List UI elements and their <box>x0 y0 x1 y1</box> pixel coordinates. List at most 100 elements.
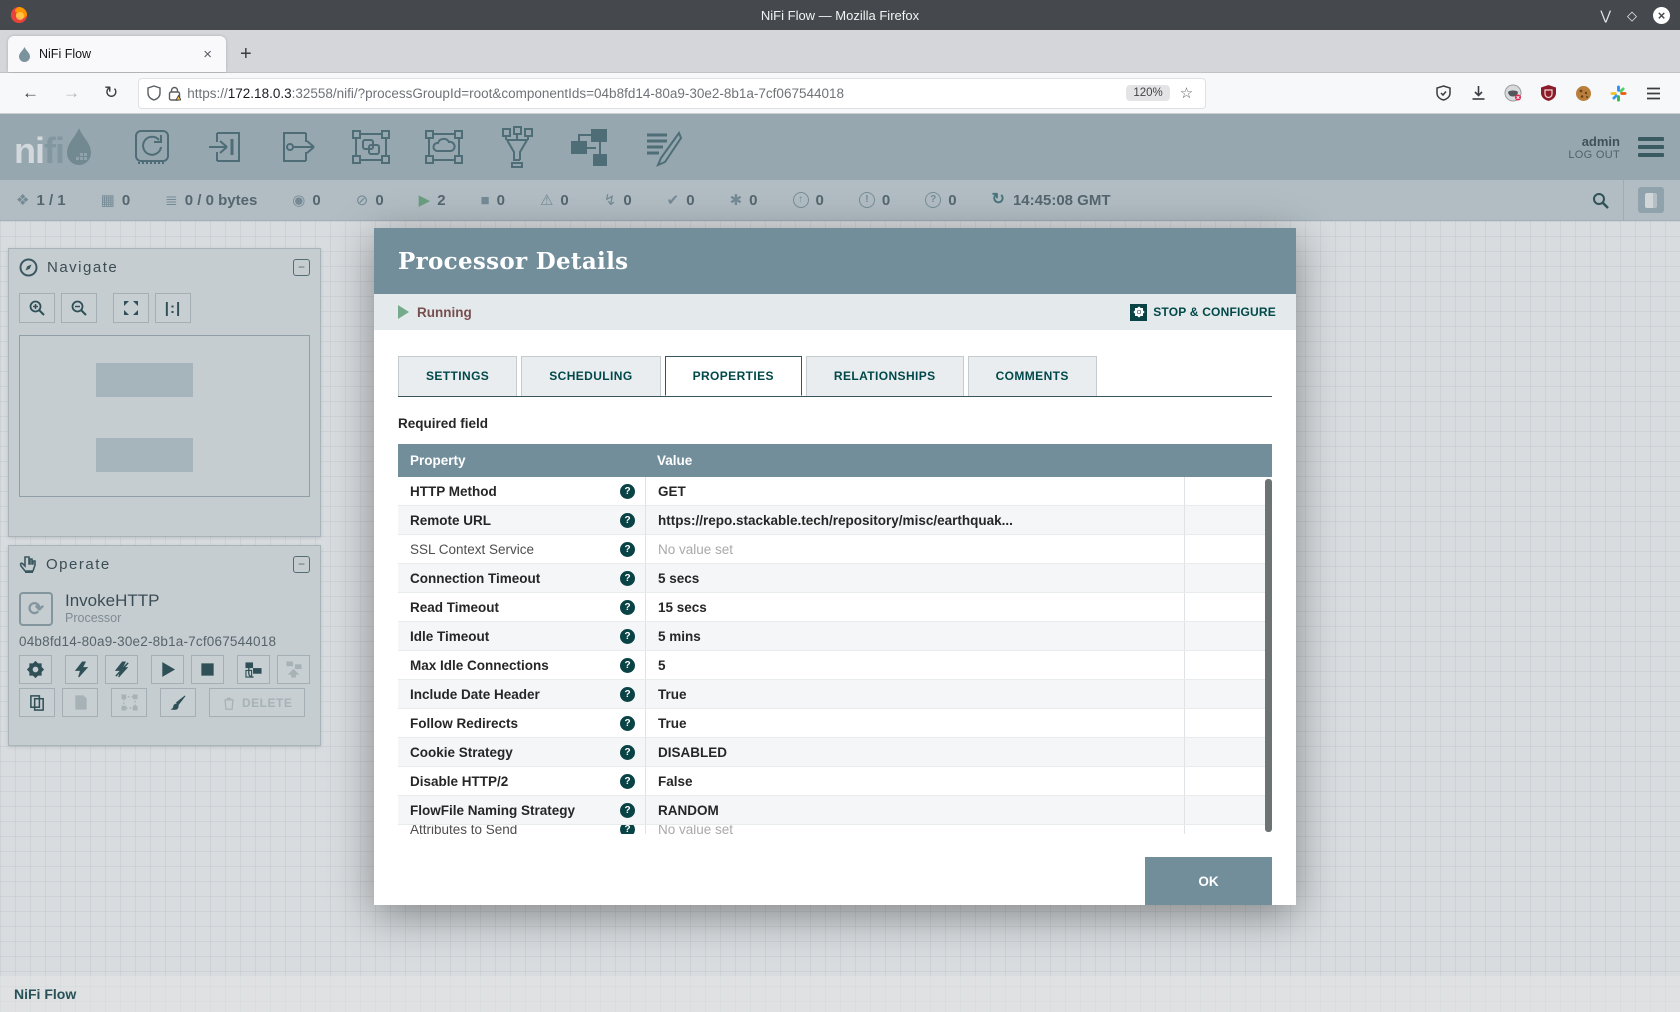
template-component-icon[interactable] <box>568 125 612 169</box>
remote-process-group-component-icon[interactable] <box>422 125 466 169</box>
create-template-button[interactable] <box>237 655 270 684</box>
property-row[interactable]: Disable HTTP/2? False <box>398 767 1272 796</box>
tab-close-icon[interactable]: × <box>199 46 216 63</box>
help-icon[interactable]: ? <box>620 825 635 834</box>
downloads-icon[interactable] <box>1469 84 1487 102</box>
help-icon[interactable]: ? <box>620 484 635 499</box>
copy-button[interactable] <box>19 688 55 717</box>
processor-component-icon[interactable] <box>130 125 174 169</box>
global-menu-icon[interactable] <box>1636 133 1666 161</box>
zoom-fit-button[interactable] <box>113 293 149 323</box>
property-row[interactable]: Include Date Header?True <box>398 680 1272 709</box>
window-minimize-button[interactable]: ⋁ <box>1600 9 1611 22</box>
birdseye-minimap[interactable] <box>19 335 310 497</box>
property-row[interactable]: Read Timeout?15 secs <box>398 593 1272 622</box>
navigate-collapse-button[interactable]: − <box>293 259 310 276</box>
tab-scheduling[interactable]: SCHEDULING <box>521 356 660 396</box>
disable-button[interactable] <box>105 655 138 684</box>
property-name: Connection Timeout <box>410 571 620 586</box>
help-icon[interactable]: ? <box>620 716 635 731</box>
url-bar[interactable]: https://172.18.0.3:32558/nifi/?processGr… <box>138 78 1206 109</box>
status-count: 0 <box>560 192 568 209</box>
property-row[interactable]: HTTP Method?GET <box>398 477 1272 506</box>
cookie-extension-icon[interactable] <box>1574 84 1592 102</box>
help-icon[interactable]: ? <box>620 513 635 528</box>
property-row[interactable]: Cookie Strategy?DISABLED <box>398 738 1272 767</box>
funnel-component-icon[interactable] <box>495 125 539 169</box>
output-port-component-icon[interactable] <box>276 125 320 169</box>
bookmark-star-icon[interactable]: ☆ <box>1176 84 1197 102</box>
property-row[interactable]: FlowFile Naming Strategy?RANDOM <box>398 796 1272 825</box>
input-port-component-icon[interactable] <box>203 125 247 169</box>
group-button[interactable] <box>111 688 147 717</box>
help-icon[interactable]: ? <box>620 774 635 789</box>
processor-details-dialog: Processor Details Running STOP & CONFIGU… <box>374 228 1296 905</box>
property-row[interactable]: Max Idle Connections?5 <box>398 651 1272 680</box>
reload-button[interactable]: ↻ <box>92 83 130 103</box>
paste-button[interactable] <box>62 688 98 717</box>
zoom-in-button[interactable] <box>19 293 55 323</box>
status-transmitting: ◉0 <box>292 192 320 209</box>
dialog-body: SETTINGSSCHEDULINGPROPERTIESRELATIONSHIP… <box>398 330 1272 905</box>
start-button[interactable] <box>151 655 184 684</box>
tab-comments[interactable]: COMMENTS <box>968 356 1097 396</box>
help-icon[interactable]: ? <box>620 629 635 644</box>
processor-badge-icon: ⟳ <box>19 592 53 626</box>
help-icon[interactable]: ? <box>620 600 635 615</box>
stale-icon: ↑ <box>793 192 809 208</box>
window-close-button[interactable]: × <box>1653 7 1670 24</box>
birdseye-toggle-icon[interactable] <box>1638 187 1664 213</box>
property-value: False <box>645 767 1184 795</box>
help-icon[interactable]: ? <box>620 571 635 586</box>
tracking-shield-icon[interactable] <box>147 85 161 101</box>
protections-shield-icon[interactable] <box>1434 84 1452 102</box>
property-row[interactable]: Idle Timeout?5 mins <box>398 622 1272 651</box>
stop-and-configure-button[interactable]: STOP & CONFIGURE <box>1130 304 1276 321</box>
tab-settings[interactable]: SETTINGS <box>398 356 517 396</box>
tab-properties[interactable]: PROPERTIES <box>665 356 802 396</box>
breadcrumb[interactable]: NiFi Flow <box>0 976 1680 1012</box>
help-icon[interactable]: ? <box>620 542 635 557</box>
property-row[interactable]: Connection Timeout?5 secs <box>398 564 1272 593</box>
page-zoom-indicator[interactable]: 120% <box>1126 85 1169 101</box>
help-icon[interactable]: ? <box>620 687 635 702</box>
multi-account-containers-icon[interactable] <box>1504 84 1522 102</box>
ok-button[interactable]: OK <box>1145 857 1272 905</box>
app-menu-icon[interactable] <box>1644 84 1662 102</box>
property-row[interactable]: Remote URL?https://repo.stackable.tech/r… <box>398 506 1272 535</box>
refresh-icon[interactable]: ↻ <box>992 192 1005 208</box>
zoom-out-button[interactable] <box>61 293 97 323</box>
zoom-actual-size-button[interactable]: |:| <box>155 293 191 323</box>
connection-lock-icon[interactable] <box>168 86 181 101</box>
label-component-icon[interactable] <box>641 125 685 169</box>
table-scrollbar[interactable] <box>1265 479 1272 832</box>
status-not-transmitting: ⊘0 <box>356 192 384 209</box>
enable-button[interactable] <box>65 655 98 684</box>
process-group-component-icon[interactable] <box>349 125 393 169</box>
back-button[interactable]: ← <box>10 83 51 103</box>
logout-link[interactable]: LOG OUT <box>1568 149 1620 161</box>
property-row[interactable]: Follow Redirects?True <box>398 709 1272 738</box>
search-icon[interactable] <box>1592 192 1609 209</box>
stop-button[interactable] <box>191 655 224 684</box>
property-row[interactable]: SSL Context Service?No value set <box>398 535 1272 564</box>
new-tab-button[interactable]: + <box>228 43 264 72</box>
window-maximize-button[interactable]: ◇ <box>1627 9 1637 22</box>
tab-relationships[interactable]: RELATIONSHIPS <box>806 356 964 396</box>
delete-button[interactable]: DELETE <box>209 688 305 717</box>
forward-button[interactable]: → <box>51 83 92 103</box>
color-button[interactable] <box>160 688 196 717</box>
operate-collapse-button[interactable]: − <box>293 556 310 573</box>
property-row[interactable]: Attributes to Send?No value set <box>398 825 1272 834</box>
help-icon[interactable]: ? <box>620 658 635 673</box>
upload-template-button[interactable] <box>277 655 310 684</box>
property-name: Disable HTTP/2 <box>410 774 620 789</box>
property-value: DISABLED <box>645 738 1184 766</box>
help-icon[interactable]: ? <box>620 745 635 760</box>
configure-button[interactable] <box>19 655 52 684</box>
help-icon[interactable]: ? <box>620 803 635 818</box>
extension-pinwheel-icon[interactable] <box>1609 84 1627 102</box>
browser-tab-nifi-flow[interactable]: NiFi Flow × <box>8 36 226 72</box>
ublock-origin-icon[interactable] <box>1539 84 1557 102</box>
url-text[interactable]: https://172.18.0.3:32558/nifi/?processGr… <box>187 86 1120 101</box>
